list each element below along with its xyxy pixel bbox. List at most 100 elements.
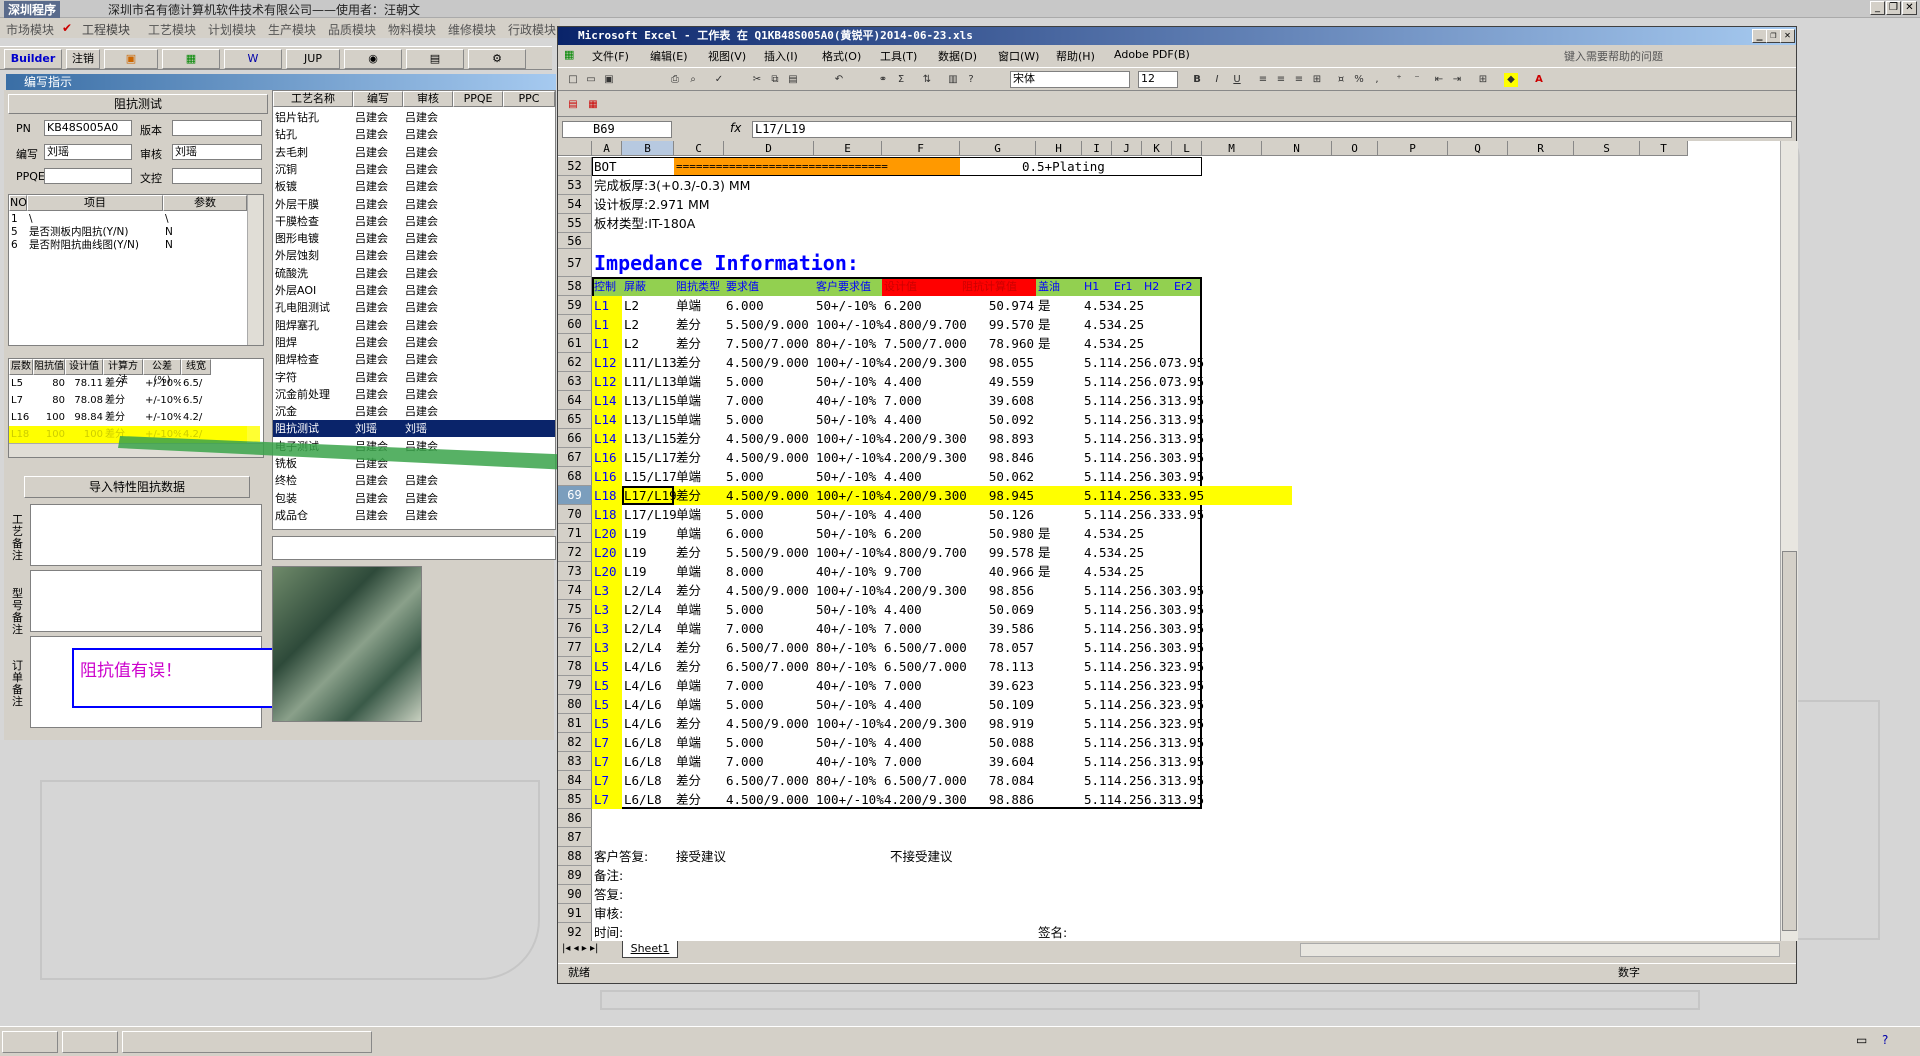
data-cell[interactable]: 5.11 [1084,448,1114,467]
data-cell[interactable]: 单端 [676,467,726,486]
data-cell[interactable] [1144,334,1174,353]
process-row[interactable]: 包装 吕建会 吕建会 [273,490,555,507]
data-cell[interactable]: 7.000 [726,752,822,771]
process-row[interactable]: 终检 吕建会 吕建会 [273,472,555,489]
data-cell[interactable]: 6.30 [1144,581,1174,600]
data-cell[interactable]: 7.000 [726,391,822,410]
data-cell[interactable]: 4.25 [1114,353,1144,372]
data-cell[interactable]: 5.000 [726,372,822,391]
col-header-g[interactable]: G [960,141,1036,156]
col-ppqe[interactable]: PPQE [453,91,503,107]
data-cell[interactable]: L6/L8 [624,733,682,752]
data-cell[interactable]: 40+/-10% [816,752,890,771]
data-cell[interactable]: 4.25 [1114,486,1144,505]
data-cell[interactable]: 100+/-10% [816,315,890,334]
data-cell[interactable] [1038,372,1084,391]
process-row[interactable]: 铣板 吕建会 [273,455,555,472]
data-cell[interactable]: 5.11 [1084,638,1114,657]
data-cell[interactable]: 7.000 [884,752,968,771]
data-cell[interactable]: L3 [594,600,624,619]
data-cell[interactable]: 5.11 [1084,486,1114,505]
col-header-q[interactable]: Q [1448,141,1508,156]
data-cell[interactable] [1038,391,1084,410]
data-cell[interactable]: 6.32 [1144,676,1174,695]
data-cell[interactable]: 4.25 [1114,410,1144,429]
data-cell[interactable]: 5.000 [726,505,822,524]
fill-color-icon[interactable]: ◆ [1504,73,1518,87]
data-cell[interactable]: 4.53 [1084,315,1114,334]
data-cell[interactable] [1038,486,1084,505]
remark-label[interactable]: 备注: [594,866,684,885]
taskbar-slot-1[interactable] [2,1031,58,1053]
data-cell[interactable]: 单端 [676,391,726,410]
data-cell[interactable]: 100+/-10% [816,714,890,733]
data-cell[interactable]: 单端 [676,296,726,315]
data-cell[interactable]: L4/L6 [624,657,682,676]
reject-option[interactable]: 不接受建议 [884,847,1024,866]
review-field[interactable]: 刘瑶 [172,144,262,160]
imp-row[interactable]: L7 80 78.08 差分 +/-10% 6.5/ [9,392,247,409]
data-cell[interactable]: 6.32 [1144,657,1174,676]
data-cell[interactable]: 5.11 [1084,429,1114,448]
data-cell[interactable]: 9.700 [884,562,968,581]
col-review[interactable]: 审核 [403,91,453,107]
data-cell[interactable]: 3.95 [1174,581,1204,600]
row-header[interactable]: 62 [558,353,592,372]
table-header[interactable]: 阻抗类型 [676,277,726,296]
help-icon[interactable]: ? [964,73,978,87]
data-cell[interactable]: 5.11 [1084,714,1114,733]
data-cell[interactable]: 6.07 [1144,372,1174,391]
row-header[interactable]: 70 [558,505,592,524]
data-cell[interactable]: 98.846 [962,448,1038,467]
data-cell[interactable]: 50+/-10% [816,296,890,315]
data-cell[interactable]: 3.95 [1174,771,1204,790]
undo-icon[interactable]: ↶ [832,73,846,87]
data-cell[interactable]: 7.000 [884,619,968,638]
col-header-s[interactable]: S [1574,141,1640,156]
data-cell[interactable]: 6.31 [1144,410,1174,429]
pdf-mail-icon[interactable]: ▦ [586,98,600,112]
excel-close-icon[interactable]: ✕ [1780,29,1795,43]
data-cell[interactable]: 7.000 [884,391,968,410]
data-cell[interactable]: 7.000 [726,619,822,638]
data-cell[interactable] [1038,505,1084,524]
col-header-r[interactable]: R [1508,141,1574,156]
data-cell[interactable]: 4.200/9.300 [884,581,968,600]
row-header[interactable]: 69 [558,486,592,505]
restore-icon[interactable]: ❐ [1886,1,1901,15]
table-header[interactable]: 要求值 [726,277,816,296]
data-cell[interactable]: 4.25 [1114,429,1144,448]
data-cell[interactable]: L7 [594,771,624,790]
data-cell[interactable]: L20 [594,524,624,543]
data-cell[interactable]: 4.400 [884,695,968,714]
imp-col-header[interactable]: 公差(%) [143,359,181,386]
data-cell[interactable]: 是 [1038,524,1084,543]
version-field[interactable] [172,120,262,136]
data-cell[interactable]: 4.400 [884,467,968,486]
data-cell[interactable]: 3.95 [1174,410,1204,429]
process-row[interactable]: 阻焊塞孔 吕建会 吕建会 [273,317,555,334]
data-cell[interactable]: 6.500/7.000 [884,657,968,676]
excel-icon[interactable]: ▦ [162,49,220,69]
process-row[interactable]: 字符 吕建会 吕建会 [273,369,555,386]
data-cell[interactable]: 4.25 [1114,733,1144,752]
process-row[interactable]: 沉金前处理 吕建会 吕建会 [273,386,555,403]
builder-button[interactable]: Builder [4,49,62,69]
jup-button[interactable]: JUP [286,49,340,69]
data-cell[interactable]: 50+/-10% [816,695,890,714]
row-header[interactable]: 52 [558,157,592,176]
data-cell[interactable]: 7.500/7.000 [884,334,968,353]
row-header[interactable]: 86 [558,809,592,828]
material-type[interactable]: 板材类型:IT-180A [594,214,994,233]
data-cell[interactable]: L19 [624,543,682,562]
row-header[interactable]: 81 [558,714,592,733]
data-cell[interactable]: 4.53 [1084,334,1114,353]
font-select[interactable]: 宋体 [1010,71,1130,88]
data-cell[interactable]: L11/L13 [624,353,682,372]
data-cell[interactable]: 差分 [676,771,726,790]
imp-col-header[interactable]: 设计值 [65,359,103,375]
decrease-decimal-icon[interactable]: ⁻ [1410,73,1424,87]
data-cell[interactable]: 4.500/9.000 [726,790,822,809]
data-cell[interactable] [1038,752,1084,771]
data-cell[interactable]: 100+/-10% [816,790,890,809]
